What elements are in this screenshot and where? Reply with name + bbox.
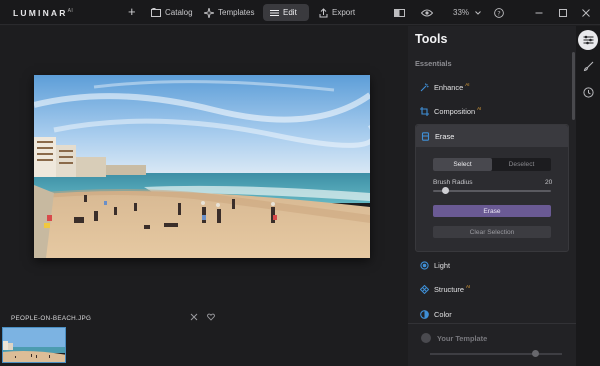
- image-canvas[interactable]: [0, 26, 408, 312]
- compare-icon: [394, 8, 405, 17]
- favorite-button[interactable]: [207, 313, 215, 323]
- tool-light[interactable]: Light: [415, 255, 569, 275]
- presets-tab-button[interactable]: [578, 56, 598, 76]
- enhance-icon: [420, 82, 429, 91]
- your-template[interactable]: Your Template: [421, 333, 487, 343]
- erase-mode-toggle: Select Deselect: [433, 158, 551, 171]
- add-photos-button[interactable]: +: [128, 5, 136, 18]
- brush-radius-slider[interactable]: [433, 190, 551, 192]
- structure-icon: [420, 284, 429, 294]
- select-mode-button[interactable]: Select: [433, 158, 492, 171]
- filename-label: PEOPLE-ON-BEACH.JPG: [11, 315, 92, 322]
- template-icon: [421, 333, 431, 343]
- tools-tab-button[interactable]: [578, 30, 598, 50]
- help-icon: ?: [494, 7, 504, 18]
- deselect-mode-button[interactable]: Deselect: [492, 158, 551, 171]
- beach-photo-image: [34, 75, 370, 258]
- right-rail: [576, 26, 600, 366]
- close-icon: [582, 8, 590, 17]
- sliders-icon: [270, 9, 279, 16]
- composition-icon: [420, 106, 429, 116]
- templates-button[interactable]: Templates: [197, 4, 261, 21]
- panel-scrollbar[interactable]: [572, 52, 575, 120]
- brush-icon: [583, 61, 593, 71]
- panel-title: Tools: [415, 32, 448, 46]
- photo-thumbnail[interactable]: [2, 327, 66, 363]
- preview-button[interactable]: [421, 4, 433, 21]
- reject-button[interactable]: [190, 313, 198, 323]
- chevron-down-icon: [475, 10, 481, 15]
- zoom-dropdown[interactable]: 33%: [453, 4, 481, 21]
- maximize-icon: [559, 8, 567, 17]
- erase-icon: [421, 131, 430, 141]
- color-icon: [420, 309, 429, 319]
- template-amount-slider[interactable]: [430, 353, 562, 355]
- maximize-button[interactable]: [559, 4, 567, 21]
- app-logo: LUMINARAI: [13, 8, 74, 18]
- catalog-icon: [151, 8, 161, 17]
- help-button[interactable]: ?: [494, 4, 504, 21]
- svg-text:?: ?: [497, 9, 500, 17]
- tool-erase[interactable]: Erase: [416, 125, 568, 147]
- erase-tool-panel: Erase Select Deselect Brush Radius 20 Er…: [415, 124, 569, 252]
- edit-button[interactable]: Edit: [263, 4, 309, 21]
- section-essentials: Essentials: [415, 59, 452, 68]
- light-icon: [420, 260, 429, 270]
- close-icon: [190, 313, 198, 321]
- templates-icon: [204, 7, 214, 18]
- zoom-value: 33%: [453, 8, 470, 17]
- brush-radius-value: 20: [545, 179, 553, 186]
- erase-button[interactable]: Erase: [433, 205, 551, 217]
- compare-button[interactable]: [394, 4, 405, 21]
- beach-photo[interactable]: [34, 75, 370, 258]
- minimize-icon: [535, 12, 543, 13]
- catalog-button[interactable]: Catalog: [144, 4, 200, 21]
- tool-structure[interactable]: Structure AI: [415, 279, 569, 299]
- history-tab-button[interactable]: [578, 82, 598, 102]
- tool-composition[interactable]: Composition AI: [415, 101, 569, 121]
- sliders-icon: [583, 35, 593, 45]
- export-button[interactable]: Export: [312, 4, 362, 21]
- tool-enhance[interactable]: Enhance AI: [415, 77, 569, 97]
- filmstrip: PEOPLE-ON-BEACH.JPG: [0, 312, 408, 366]
- tool-color[interactable]: Color: [415, 304, 569, 324]
- thumbnail-image: [3, 328, 65, 362]
- top-bar: LUMINARAI + Catalog Templates Edit Expor…: [0, 0, 600, 25]
- clear-selection-button[interactable]: Clear Selection: [433, 226, 551, 238]
- eye-icon: [421, 9, 433, 16]
- close-window-button[interactable]: [582, 4, 590, 21]
- brush-radius-label: Brush Radius: [433, 179, 473, 186]
- brush-radius-handle[interactable]: [441, 187, 449, 194]
- heart-icon: [207, 313, 215, 321]
- minimize-button[interactable]: [535, 4, 543, 21]
- history-icon: [582, 86, 594, 98]
- template-amount-handle[interactable]: [532, 350, 540, 357]
- export-icon: [319, 7, 328, 17]
- panel-divider: [408, 323, 576, 324]
- tools-panel: Tools Essentials Enhance AI Composition AI…: [408, 26, 576, 366]
